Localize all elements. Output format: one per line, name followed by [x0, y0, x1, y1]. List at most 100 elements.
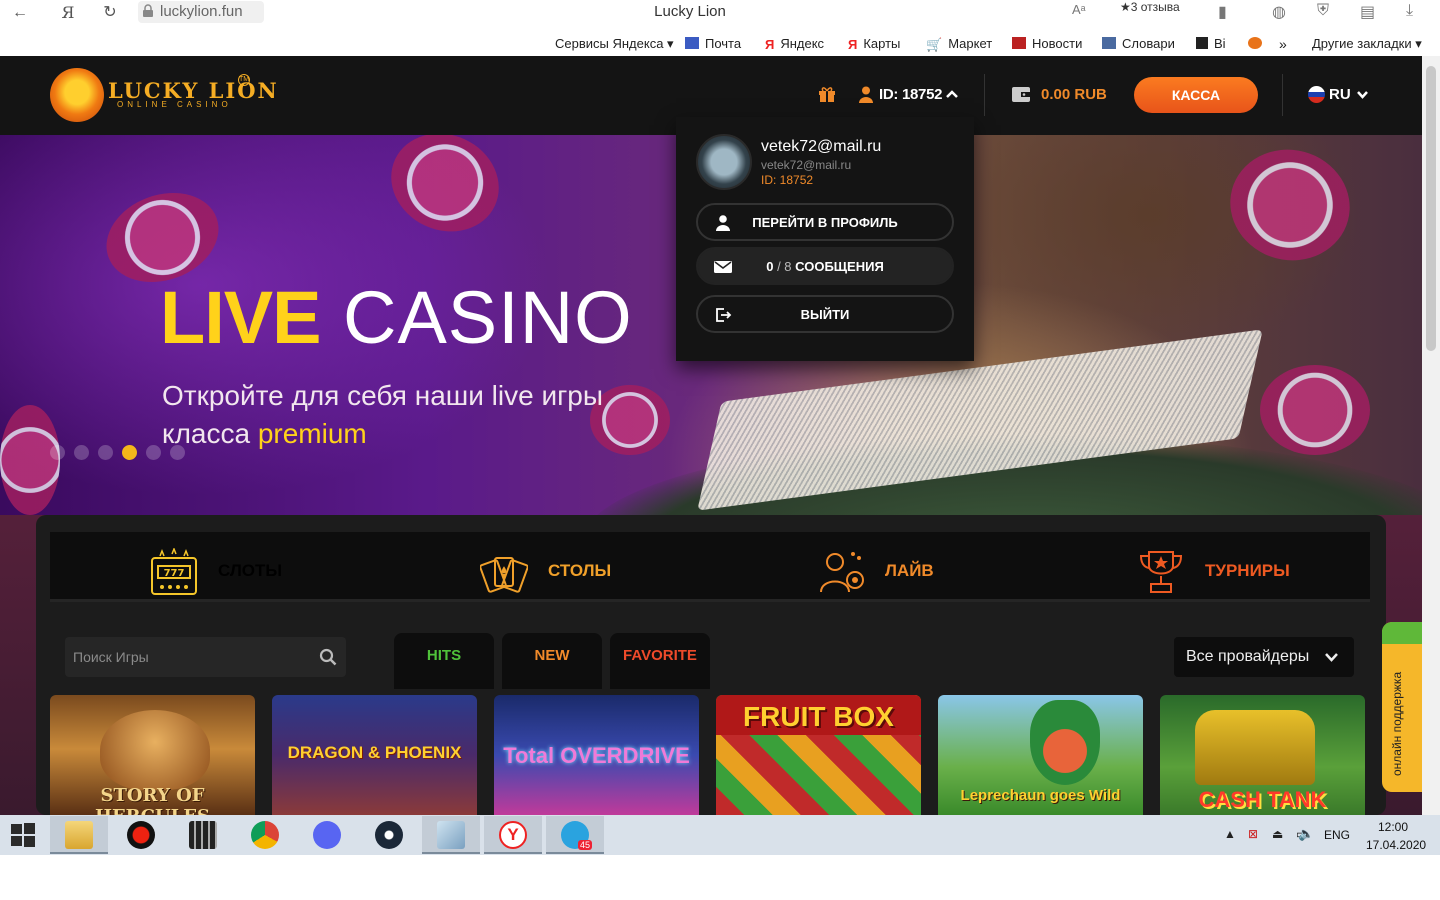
provider-label: Все провайдеры: [1186, 648, 1310, 665]
record-icon: [127, 821, 155, 849]
logo-subtitle: ONLINE CASINO: [117, 100, 232, 109]
game-card-story-of-hercules[interactable]: STORY OF HERCULES: [50, 695, 255, 815]
network-blocked-icon[interactable]: ⊠: [1248, 827, 1258, 841]
wallet-icon: [1012, 87, 1030, 102]
provider-select[interactable]: Все провайдеры: [1174, 637, 1354, 677]
clock-time[interactable]: 12:00: [1378, 820, 1408, 834]
bookmark-news[interactable]: Новости: [1012, 36, 1082, 51]
yandex-home-icon[interactable]: Я: [56, 2, 80, 24]
casino-chip-image: [1217, 136, 1363, 274]
usb-icon[interactable]: ⏏: [1272, 827, 1283, 841]
game-card-fruit-box[interactable]: FRUIT BOX: [716, 695, 921, 815]
category-slots[interactable]: 777 СЛОТЫ: [150, 548, 310, 596]
gift-icon[interactable]: [818, 86, 836, 102]
lock-icon: [143, 4, 153, 17]
slot-machine-icon: 777: [151, 548, 197, 595]
page-scrollbar[interactable]: [1422, 56, 1440, 815]
avatar[interactable]: [696, 134, 752, 190]
menu-icon[interactable]: ▤: [1360, 2, 1375, 22]
slider-dot-active[interactable]: [122, 445, 137, 460]
taskbar-discord[interactable]: [298, 816, 356, 854]
globe-icon[interactable]: ◍: [1272, 2, 1286, 22]
lion-logo-icon[interactable]: [50, 68, 104, 122]
messages-button[interactable]: 0 / 8 СООБЩЕНИЯ: [696, 247, 954, 285]
game-card-dragon-phoenix[interactable]: DRAGON & PHOENIX: [272, 695, 477, 815]
shield-icon[interactable]: ⛨: [1317, 2, 1329, 20]
profile-button[interactable]: ПЕРЕЙТИ В ПРОФИЛЬ: [696, 203, 954, 241]
url-text[interactable]: luckylion.fun: [160, 3, 243, 20]
taskbar-video[interactable]: [174, 816, 232, 854]
search-icon[interactable]: [319, 648, 337, 666]
download-icon[interactable]: ⤓: [1406, 2, 1413, 20]
support-label: онлайн поддержка: [1390, 671, 1404, 776]
taskbar-chrome[interactable]: [236, 816, 294, 854]
taskbar-telegram[interactable]: 45: [546, 816, 604, 854]
category-label: СЛОТЫ: [218, 561, 283, 580]
tab-new[interactable]: NEW: [502, 633, 602, 689]
game-card-leprechaun-goes-wild[interactable]: Leprechaun goes Wild: [938, 695, 1143, 815]
messages-total: / 8: [777, 259, 792, 274]
slider-dot[interactable]: [50, 445, 65, 460]
support-status-indicator: [1382, 622, 1422, 644]
bookmark-other[interactable]: Другие закладки ▾: [1312, 36, 1422, 52]
taskbar-notes[interactable]: [422, 816, 480, 854]
bookmarks-more[interactable]: »: [1279, 36, 1287, 52]
yandex-icon: Я: [765, 37, 775, 52]
category-label: ТУРНИРЫ: [1205, 561, 1290, 580]
bookmark-vk[interactable]: Вi: [1196, 36, 1226, 51]
russia-flag-icon: [1308, 86, 1325, 103]
game-card-total-overdrive[interactable]: Total OVERDRIVE: [494, 695, 699, 815]
bookmark-market[interactable]: 🛒 Маркет: [926, 36, 992, 52]
taskbar-explorer[interactable]: [50, 816, 108, 854]
slider-dot[interactable]: [170, 445, 185, 460]
windows-start-icon[interactable]: [10, 822, 36, 848]
volume-icon[interactable]: 🔈: [1298, 826, 1314, 842]
bookmark-mail[interactable]: Почта: [685, 36, 741, 51]
bookmarks-bar: Сервисы Яндекса ▾ Почта Я Яндекс Я Карты 🛒…: [0, 33, 1440, 55]
hero-subtitle-line2: класса premium: [162, 418, 367, 450]
game-title: CASH TANK: [1198, 787, 1327, 812]
steam-icon: [375, 821, 403, 849]
reviews-badge[interactable]: ★3 отзыва: [1120, 0, 1180, 14]
bookmark-yandex[interactable]: Я Яндекс: [765, 36, 824, 52]
bookmark-yandex-services[interactable]: Сервисы Яндекса ▾: [555, 36, 674, 52]
bookmark-maps[interactable]: Я Карты: [848, 36, 900, 52]
online-support-tab[interactable]: онлайн поддержка: [1382, 622, 1422, 792]
slider-dot[interactable]: [74, 445, 89, 460]
search-input[interactable]: [73, 645, 303, 669]
taskbar-recorder[interactable]: [112, 816, 170, 854]
taskbar-steam[interactable]: [360, 816, 418, 854]
casino-chip-image: [0, 405, 60, 515]
category-tournaments[interactable]: ТУРНИРЫ: [1137, 548, 1307, 596]
user-id-toggle[interactable]: ID: 18752: [879, 86, 942, 103]
game-card-cash-tank[interactable]: CASH TANK: [1160, 695, 1365, 815]
tab-favorite[interactable]: FAVORITE: [610, 633, 710, 689]
taskbar-yandex-browser[interactable]: Y: [484, 816, 542, 854]
category-tables[interactable]: СТОЛЫ: [480, 548, 640, 596]
bookmark-dictionaries[interactable]: Словари: [1102, 36, 1175, 51]
hero-subtitle: Откройте для себя наши live игры: [162, 380, 603, 411]
bookmark-music-icon[interactable]: [1248, 36, 1268, 51]
cashier-button[interactable]: КАССА: [1134, 77, 1258, 113]
show-hidden-icons-icon[interactable]: ▲: [1224, 827, 1236, 841]
scrollbar-thumb[interactable]: [1426, 66, 1436, 351]
user-dropdown: vetek72@mail.ru vetek72@mail.ru ID: 1875…: [676, 117, 974, 361]
language-selector[interactable]: RU: [1329, 86, 1351, 103]
messages-count: 0: [766, 259, 774, 274]
slider-dot[interactable]: [98, 445, 113, 460]
chevron-up-icon[interactable]: [945, 89, 959, 99]
folder-icon: [65, 821, 93, 849]
logout-button[interactable]: ВЫЙТИ: [696, 295, 954, 333]
chevron-down-icon[interactable]: [1356, 90, 1369, 99]
bookmark-icon[interactable]: ▮: [1218, 2, 1227, 22]
news-icon: [1012, 37, 1026, 49]
tab-hits[interactable]: HITS: [394, 633, 494, 689]
translate-icon[interactable]: Aᵃ: [1072, 2, 1086, 17]
back-arrow-icon[interactable]: ←: [8, 2, 32, 24]
slider-dot[interactable]: [146, 445, 161, 460]
game-title: STORY OF HERCULES: [95, 785, 210, 815]
clock-date[interactable]: 17.04.2020: [1366, 838, 1426, 852]
language-indicator[interactable]: ENG: [1324, 828, 1350, 842]
reload-icon[interactable]: ↻: [98, 2, 122, 24]
category-live[interactable]: ЛАЙВ: [817, 548, 957, 596]
